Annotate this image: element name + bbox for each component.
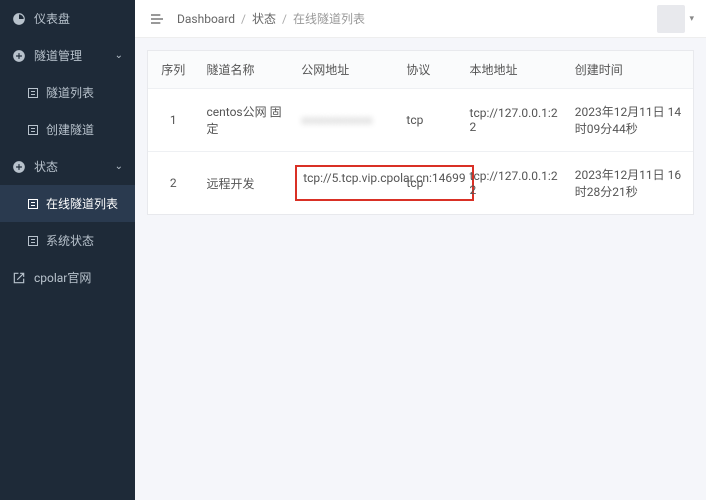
cell-name: centos公网 固定 — [199, 89, 294, 152]
cell-time: 2023年12月11日 14时09分44秒 — [567, 89, 693, 152]
sidebar-label: 在线隧道列表 — [46, 195, 118, 212]
cell-seq: 1 — [148, 89, 199, 152]
cell-name: 远程开发 — [199, 152, 294, 215]
th-local: 本地地址 — [462, 51, 567, 89]
sidebar-item-system-status[interactable]: 系统状态 — [0, 222, 135, 259]
table-row: 2 远程开发 tcp://5.tcp.vip.cpolar.cn:14699 t… — [148, 152, 693, 215]
cell-seq: 2 — [148, 152, 199, 215]
table-row: 1 centos公网 固定 xxxxxxxxxxxx tcp tcp://127… — [148, 89, 693, 152]
sidebar-item-cpolar-site[interactable]: cpolar官网 — [0, 259, 135, 296]
grid-icon — [28, 199, 38, 209]
th-public: 公网地址 — [293, 51, 398, 89]
chevron-down-icon: ⌄ — [115, 50, 123, 61]
sidebar-item-dashboard[interactable]: 仪表盘 — [0, 0, 135, 37]
tunnel-table-panel: 序列 隧道名称 公网地址 协议 本地地址 创建时间 1 centos公网 固定 — [147, 50, 694, 215]
sidebar-label: 创建隧道 — [46, 121, 94, 138]
sidebar-label: 系统状态 — [46, 232, 94, 249]
tunnel-table: 序列 隧道名称 公网地址 协议 本地地址 创建时间 1 centos公网 固定 — [148, 51, 693, 214]
external-link-icon — [12, 271, 26, 285]
sidebar: 仪表盘 隧道管理 ⌄ 隧道列表 创建隧道 状态 ⌄ 在线隧道列表 系统状态 — [0, 0, 135, 500]
cell-public: tcp://5.tcp.vip.cpolar.cn:14699 — [293, 152, 398, 215]
sidebar-label: cpolar官网 — [34, 269, 91, 286]
dashboard-icon — [12, 12, 26, 26]
content: 序列 隧道名称 公网地址 协议 本地地址 创建时间 1 centos公网 固定 — [135, 38, 706, 500]
user-menu-caret[interactable]: ▾ — [689, 14, 694, 24]
blurred-text: xxxxxxxxxxxx — [301, 113, 372, 127]
main: Dashboard / 状态 / 在线隧道列表 ▾ 序列 隧道名称 公网地 — [135, 0, 706, 500]
th-proto: 协议 — [398, 51, 461, 89]
breadcrumb-sep: / — [282, 12, 287, 26]
breadcrumb-item[interactable]: 状态 — [252, 10, 276, 27]
cell-public: xxxxxxxxxxxx — [293, 89, 398, 152]
grid-icon — [28, 236, 38, 246]
sidebar-item-online-tunnels[interactable]: 在线隧道列表 — [0, 185, 135, 222]
plus-circle-icon — [12, 160, 26, 174]
sidebar-label: 隧道列表 — [46, 84, 94, 101]
breadcrumb-current: 在线隧道列表 — [293, 10, 365, 27]
sidebar-label: 仪表盘 — [34, 10, 70, 27]
breadcrumb-sep: / — [241, 12, 246, 26]
avatar[interactable] — [657, 5, 685, 33]
breadcrumb: Dashboard / 状态 / 在线隧道列表 — [177, 10, 365, 27]
sidebar-item-create-tunnel[interactable]: 创建隧道 — [0, 111, 135, 148]
sidebar-label: 状态 — [34, 158, 58, 175]
menu-toggle-button[interactable] — [147, 9, 167, 29]
breadcrumb-item[interactable]: Dashboard — [177, 12, 235, 26]
sidebar-item-tunnel-mgmt[interactable]: 隧道管理 ⌄ — [0, 37, 135, 74]
cell-proto: tcp — [398, 89, 461, 152]
highlighted-public-url: tcp://5.tcp.vip.cpolar.cn:14699 — [295, 165, 473, 201]
chevron-down-icon: ⌄ — [115, 161, 123, 172]
sidebar-label: 隧道管理 — [34, 47, 82, 64]
cell-local: tcp://127.0.0.1:22 — [462, 152, 567, 215]
sidebar-item-status[interactable]: 状态 ⌄ — [0, 148, 135, 185]
grid-icon — [28, 125, 38, 135]
header: Dashboard / 状态 / 在线隧道列表 ▾ — [135, 0, 706, 38]
cell-local: tcp://127.0.0.1:22 — [462, 89, 567, 152]
grid-icon — [28, 88, 38, 98]
th-time: 创建时间 — [567, 51, 693, 89]
sidebar-item-tunnel-list[interactable]: 隧道列表 — [0, 74, 135, 111]
th-name: 隧道名称 — [199, 51, 294, 89]
th-seq: 序列 — [148, 51, 199, 89]
cell-time: 2023年12月11日 16时28分21秒 — [567, 152, 693, 215]
plus-circle-icon — [12, 49, 26, 63]
